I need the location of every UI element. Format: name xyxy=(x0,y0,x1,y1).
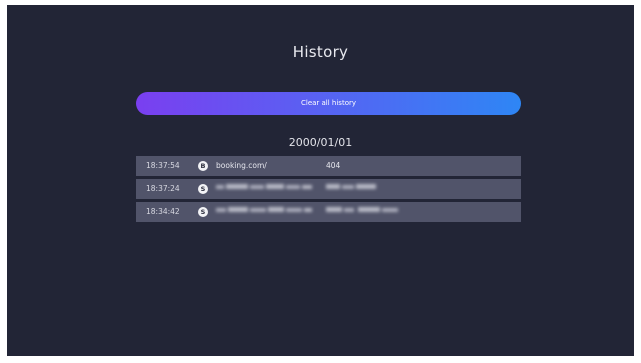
visit-time: 18:37:24 xyxy=(146,184,180,193)
redacted-url-blur xyxy=(216,207,312,212)
clear-all-history-button[interactable]: Clear all history xyxy=(136,92,521,115)
history-list: 18:37:54 B booking.com/ 404 18:37:24 S 1… xyxy=(136,156,521,225)
booking-favicon-icon: B xyxy=(198,161,208,171)
history-page-title-redacted xyxy=(326,179,382,199)
history-row[interactable]: 18:34:42 S xyxy=(136,202,521,222)
site-favicon-icon: S xyxy=(198,184,208,194)
site-favicon-icon: S xyxy=(198,207,208,217)
history-screen: History Clear all history 2000/01/01 18:… xyxy=(7,5,634,356)
history-page-title-redacted xyxy=(326,202,402,222)
visit-time: 18:34:42 xyxy=(146,207,180,216)
history-url: booking.com/ xyxy=(216,161,267,170)
redacted-title-blur xyxy=(326,207,398,212)
history-url-redacted xyxy=(216,202,318,222)
visit-time: 18:37:54 xyxy=(146,161,180,170)
history-row[interactable]: 18:37:54 B booking.com/ 404 xyxy=(136,156,521,176)
history-row[interactable]: 18:37:24 S xyxy=(136,179,521,199)
redacted-url-blur xyxy=(216,184,312,189)
history-url-redacted xyxy=(216,179,318,199)
history-page-title: 404 xyxy=(326,161,341,170)
page-title: History xyxy=(292,43,349,61)
redacted-title-blur xyxy=(326,184,376,189)
date-group-header: 2000/01/01 xyxy=(288,136,353,149)
